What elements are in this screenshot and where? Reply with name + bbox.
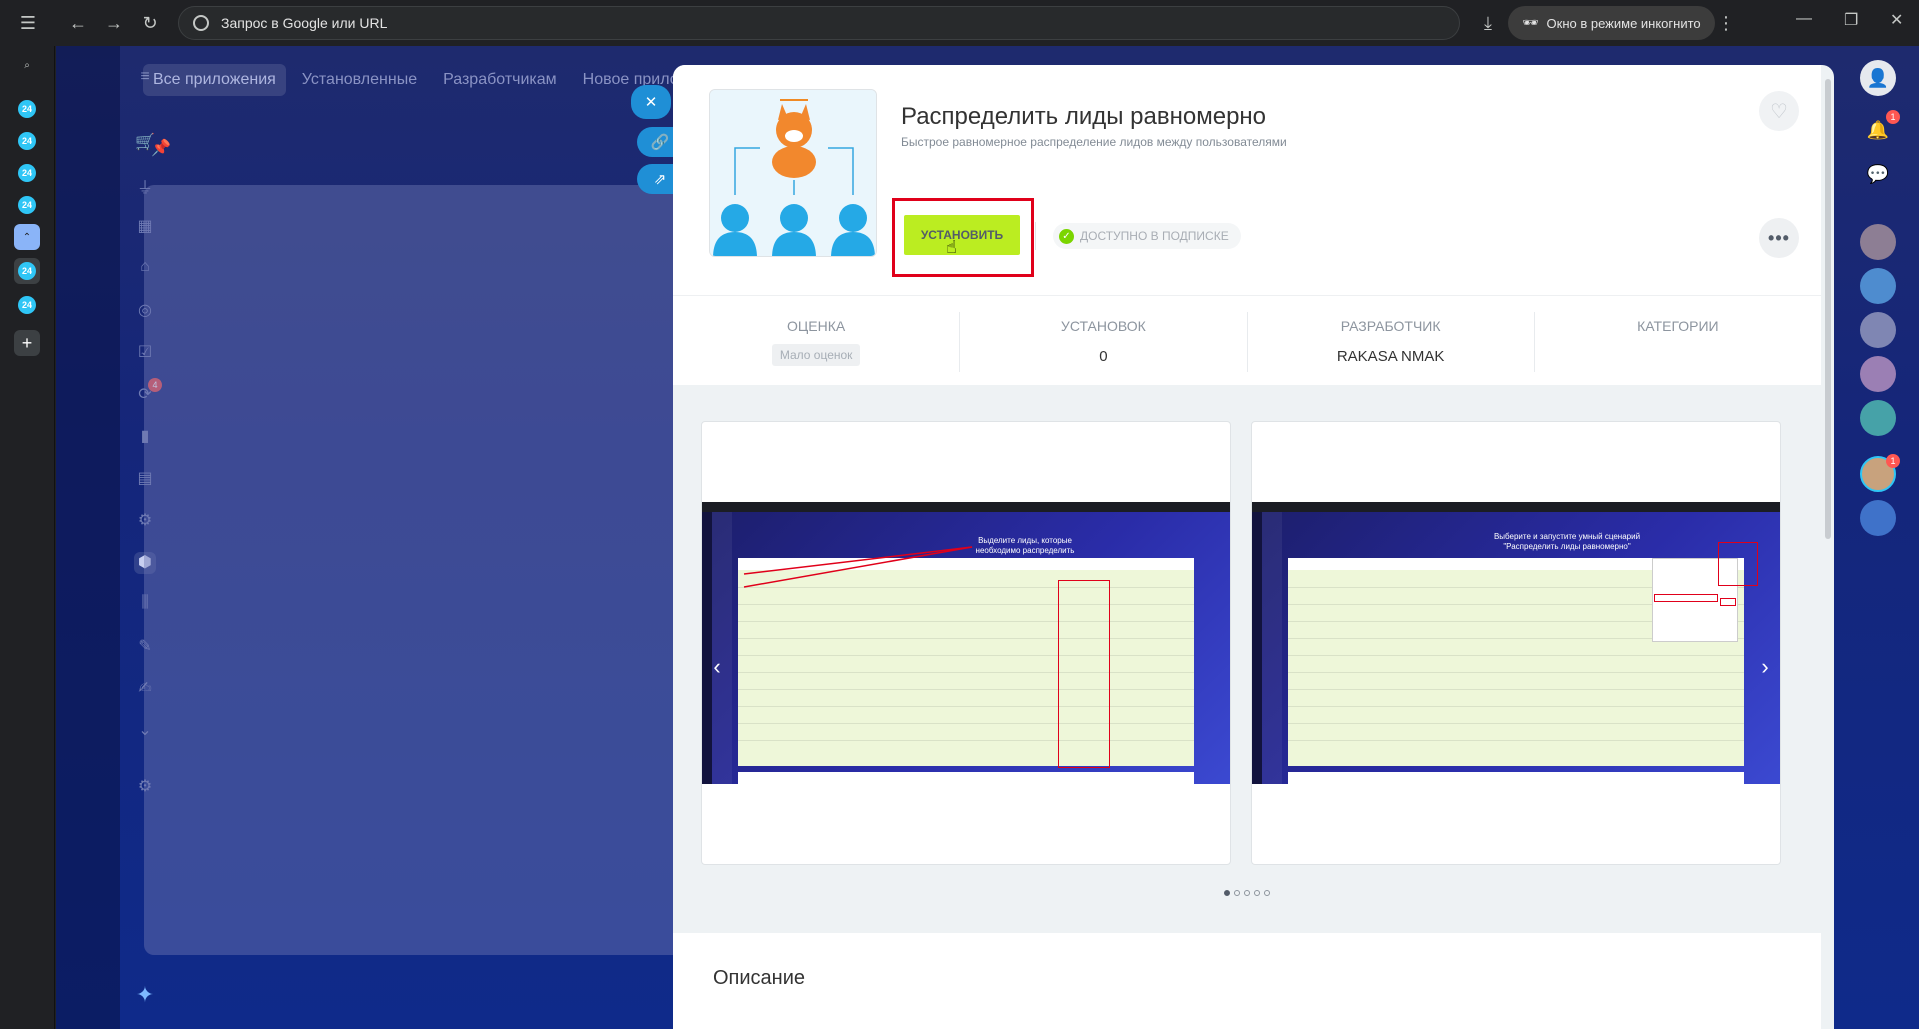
chat-icon-2[interactable]	[1860, 400, 1896, 436]
installs-label: УСТАНОВОК	[1060, 318, 1146, 334]
description-heading: Описание	[713, 967, 806, 989]
contact-avatar-2[interactable]	[1860, 312, 1896, 348]
check-icon: ✓	[1059, 228, 1074, 244]
screenshot-image-2: Выберите и запустите умный сценарий "Рас…	[1252, 502, 1780, 784]
tab-b24-2[interactable]: 24	[18, 132, 36, 150]
scrollbar[interactable]	[1825, 79, 1831, 539]
forward-icon[interactable]: →	[98, 7, 130, 39]
gallery-dot-5[interactable]	[1264, 890, 1270, 896]
background-panel	[144, 185, 684, 955]
incognito-badge[interactable]: 🕶 Окно в режиме инкогнито	[1508, 6, 1715, 40]
tab-all-apps[interactable]: Все приложения	[143, 64, 286, 96]
bitrix-left-menu: ≡ 🛒 ⏚ ▦ ⌂ ◎ ☑ ⟳ 4 ▮ ▤ ⚙ ⬢ ⫼ ✎ ✍ ⌄ ⚙ ✦	[56, 46, 162, 1029]
incognito-icon: 🕶	[1522, 15, 1539, 30]
subscription-badge: ✓ ДОСТУПНО В ПОДПИСКЕ	[1053, 223, 1241, 249]
prev-arrow-icon[interactable]: ‹	[702, 640, 732, 694]
notifications-badge: 1	[1886, 110, 1900, 124]
contact-avatar-1[interactable]	[1860, 224, 1896, 260]
contact-avatar-4[interactable]: 1	[1860, 454, 1900, 492]
contact-avatar-3[interactable]	[1860, 356, 1896, 392]
right-rail: 👤 🔔 1 💬 1	[1840, 46, 1919, 1029]
pin-icon[interactable]: 📌	[150, 138, 172, 160]
screenshot-caption-2: Выберите и запустите умный сценарий "Рас…	[1493, 532, 1641, 551]
installs-value: 0	[1099, 348, 1108, 365]
subscription-label: ДОСТУПНО В ПОДПИСКЕ	[1080, 229, 1229, 243]
screenshot-gallery: Выделите лиды, которые необходимо распре…	[673, 385, 1821, 985]
app-header: Распределить лиды равномерно Быстрое рав…	[673, 65, 1821, 295]
fox-distribution-icon	[710, 90, 876, 256]
app-detail-slider: Распределить лиды равномерно Быстрое рав…	[673, 65, 1834, 1029]
search-tabs-icon[interactable]: ⌕	[14, 52, 40, 78]
developer-label: РАЗРАБОТЧИК	[1340, 318, 1441, 334]
app-title: Распределить лиды равномерно	[901, 103, 1267, 130]
hand-cursor-icon: ☝	[946, 237, 957, 257]
screenshot-card-1[interactable]: Выделите лиды, которые необходимо распре…	[701, 421, 1231, 865]
app-stats: ОЦЕНКА Мало оценок УСТАНОВОК 0 РАЗРАБОТЧ…	[673, 295, 1821, 385]
close-window-icon[interactable]: ✕	[1890, 10, 1903, 30]
tab-installed[interactable]: Установленные	[292, 64, 427, 96]
stat-installs: УСТАНОВОК 0	[960, 312, 1248, 372]
vertical-tabs: ⌕ 24 24 24 24 ⌃ 24 24 +	[0, 46, 55, 1029]
back-icon[interactable]: ←	[62, 7, 94, 39]
screenshot-caption-1: Выделите лиды, которые необходимо распре…	[975, 536, 1075, 555]
reload-icon[interactable]: ↻	[134, 7, 166, 39]
favorite-heart-icon[interactable]: ♡	[1759, 91, 1799, 131]
google-icon	[193, 15, 209, 31]
new-tab-icon[interactable]: +	[14, 330, 40, 356]
more-button[interactable]: •••	[1759, 218, 1799, 258]
copilot-icon[interactable]: ✦	[134, 982, 156, 1007]
screenshot-image-1: Выделите лиды, которые необходимо распре…	[702, 502, 1230, 784]
install-button[interactable]: УСТАНОВИТЬ	[904, 215, 1020, 255]
description-section: Описание	[673, 933, 1821, 1029]
stat-developer: РАЗРАБОТЧИК RAKASA NMAK	[1248, 312, 1535, 372]
stat-categories: КАТЕГОРИИ	[1535, 312, 1821, 372]
maximize-icon[interactable]: ❐	[1844, 10, 1858, 30]
stat-rating: ОЦЕНКА Мало оценок	[673, 312, 961, 372]
messenger-icon[interactable]: 💬	[1860, 156, 1896, 192]
avatar-badge: 1	[1886, 454, 1900, 468]
gallery-pagination	[673, 890, 1821, 896]
tab-group-collapse-icon[interactable]: ⌃	[14, 224, 40, 250]
app-logo	[709, 89, 877, 257]
categories-label: КАТЕГОРИИ	[1637, 318, 1719, 334]
close-slider-button[interactable]: ✕	[631, 85, 671, 119]
next-arrow-icon[interactable]: ›	[1750, 640, 1780, 694]
user-avatar[interactable]: 👤	[1860, 60, 1896, 96]
bookmark-icon[interactable]	[1860, 500, 1896, 536]
tab-search-icon[interactable]: ☰	[12, 7, 44, 39]
minimize-icon[interactable]: —	[1796, 10, 1812, 28]
developer-value[interactable]: RAKASA NMAK	[1248, 348, 1534, 365]
app-subtitle: Быстрое равномерное распределение лидов …	[901, 135, 1287, 149]
install-highlight: УСТАНОВИТЬ ☝	[892, 198, 1034, 277]
tab-b24-5[interactable]: 24	[18, 296, 36, 314]
address-placeholder: Запрос в Google или URL	[221, 15, 388, 31]
menu-icon[interactable]: ⋮	[1710, 7, 1742, 39]
gallery-dot-1[interactable]	[1224, 890, 1230, 896]
tab-developers[interactable]: Разработчикам	[433, 64, 567, 96]
download-icon[interactable]: ⤓	[1472, 7, 1504, 39]
tab-b24-4[interactable]: 24	[18, 196, 36, 214]
gallery-dot-2[interactable]	[1234, 890, 1240, 896]
browser-toolbar: ☰ ← → ↻ Запрос в Google или URL ⤓ 🕶 Окно…	[0, 0, 1919, 46]
tab-b24-1[interactable]: 24	[18, 100, 36, 118]
divider	[1035, 222, 1036, 250]
gallery-dot-3[interactable]	[1244, 890, 1250, 896]
incognito-label: Окно в режиме инкогнито	[1546, 15, 1701, 31]
tab-b24-3[interactable]: 24	[18, 164, 36, 182]
screenshot-card-2[interactable]: Выберите и запустите умный сценарий "Рас…	[1251, 421, 1781, 865]
rating-value: Мало оценок	[771, 344, 861, 366]
gallery-dot-4[interactable]	[1254, 890, 1260, 896]
rating-label: ОЦЕНКА	[787, 318, 846, 334]
address-bar[interactable]: Запрос в Google или URL	[178, 6, 1460, 40]
tab-b24-active-label: 24	[18, 262, 36, 280]
chat-icon-1[interactable]	[1860, 268, 1896, 304]
notifications-icon[interactable]: 🔔 1	[1860, 110, 1900, 148]
tab-b24-active[interactable]: 24	[14, 258, 40, 284]
